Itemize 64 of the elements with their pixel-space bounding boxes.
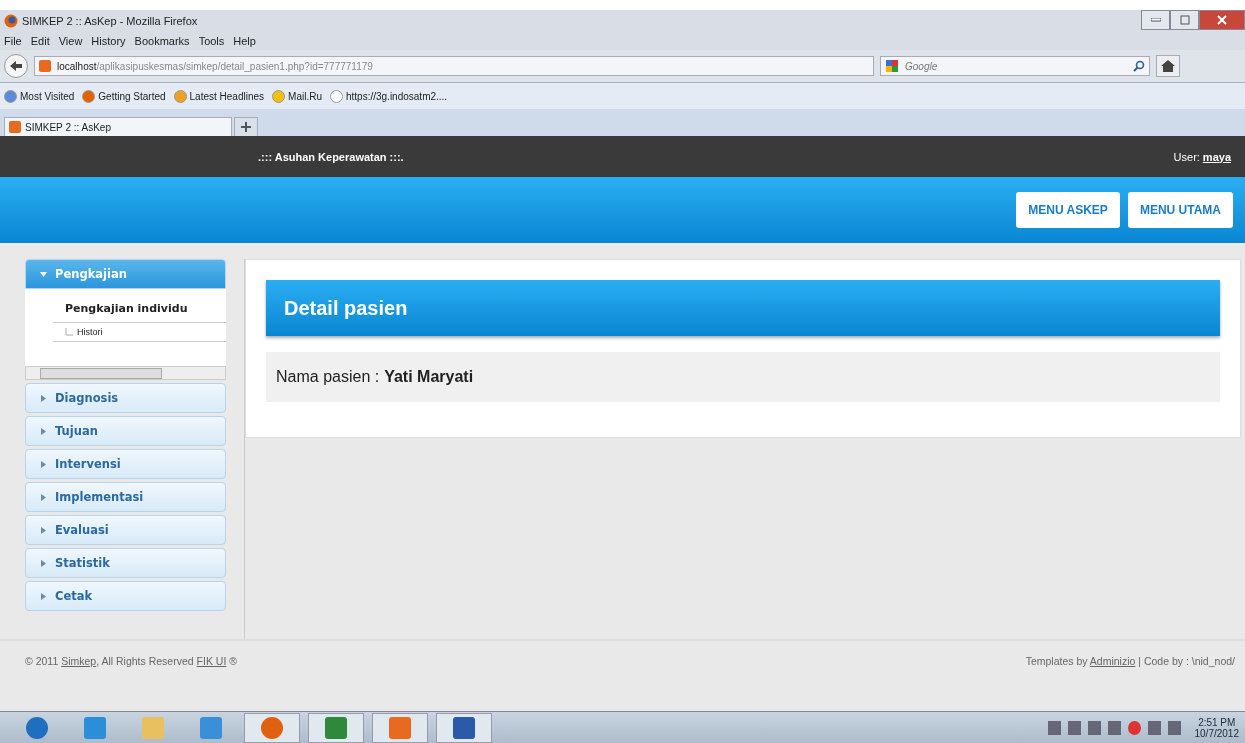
bookmark-item[interactable]: Most Visited [4,89,75,103]
footer-link[interactable]: FIK UI [196,655,227,667]
triangle-icon [40,394,47,402]
triangle-icon [40,270,47,278]
accordion-header[interactable]: Diagnosis [25,383,226,413]
accordion-header[interactable]: Statistik [25,548,226,578]
footer-link[interactable]: Adminizio [1089,655,1136,667]
close-button[interactable] [1199,10,1245,30]
back-button[interactable] [4,54,28,78]
triangle-icon [40,592,47,600]
menu-item[interactable]: View [58,35,83,47]
app-title: .::: Asuhan Keperawatan :::. [258,150,404,163]
new-tab-button[interactable] [234,117,258,136]
menu-button[interactable]: MENU ASKEP [1016,192,1120,228]
accordion-header[interactable]: Implementasi [25,482,226,512]
submenu-item[interactable]: Pengkajian individu [53,295,226,323]
search-field[interactable]: Google [880,56,1150,76]
tree-branch-icon [65,328,73,336]
bookmark-item[interactable]: Latest Headlines [173,89,265,103]
clock-time: 2:51 PM [1198,716,1236,728]
home-button[interactable] [1156,55,1180,77]
menu-item[interactable]: Edit [30,35,50,47]
browser-tab[interactable]: SIMKEP 2 :: AsKep [4,117,232,136]
triangle-icon [40,526,47,534]
triangle-icon [40,559,47,567]
panel-title: Detail pasien [266,280,1220,336]
credits-text: Templates by Adminizio | Code by : \nid_nod/ [1025,655,1235,669]
maximize-icon [1179,15,1190,25]
minimize-button[interactable] [1141,10,1170,30]
close-icon [1217,15,1227,25]
triangle-icon [40,493,47,501]
maximize-button[interactable] [1170,10,1199,30]
accordion-header[interactable]: Evaluasi [25,515,226,545]
search-engine-icon [885,59,899,73]
bookmark-item[interactable]: https://3g.indosatm2.... [329,89,448,103]
accordion-header[interactable]: Intervensi [25,449,226,479]
plus-icon [241,122,251,132]
bookmark-item[interactable]: Mail.Ru [272,89,322,103]
address-field[interactable]: localhost/aplikasipuskesmas/simkep/detail_pasien1.php?id=777771179 [34,56,874,76]
bookmark-item[interactable]: Getting Started [82,89,166,103]
menu-button[interactable]: MENU UTAMA [1127,192,1233,228]
menu-item[interactable]: Bookmarks [134,35,190,47]
home-icon [1161,60,1175,72]
tray-icons[interactable] [1047,720,1181,735]
menu-item[interactable]: Help [233,35,256,47]
menu-item[interactable]: History [91,35,126,47]
field-label: Nama pasien : [276,368,380,386]
copyright-text: © 2011 Simkep, All Rights Reserved FIK UI ® [25,655,237,669]
window-title: SIMKEP 2 :: AsKep - Mozilla Firefox [22,15,198,27]
accordion-header[interactable]: Tujuan [25,416,226,446]
user-link[interactable]: maya [1202,150,1231,163]
triangle-icon [40,427,47,435]
accordion-header[interactable]: Cetak [25,581,226,611]
clock-date: 10/7/2012 [1194,727,1239,739]
search-icon[interactable] [1133,60,1145,72]
triangle-icon [40,460,47,468]
horizontal-scrollbar[interactable] [25,366,226,380]
submenu-subitem[interactable]: Histori [53,323,226,342]
minimize-icon [1150,18,1161,22]
menu-item[interactable]: File [4,35,22,47]
user-label: User: [1173,150,1200,163]
menu-item[interactable]: Tools [198,35,225,47]
patient-name: Yati Maryati [384,368,474,386]
back-arrow-icon [9,60,23,72]
